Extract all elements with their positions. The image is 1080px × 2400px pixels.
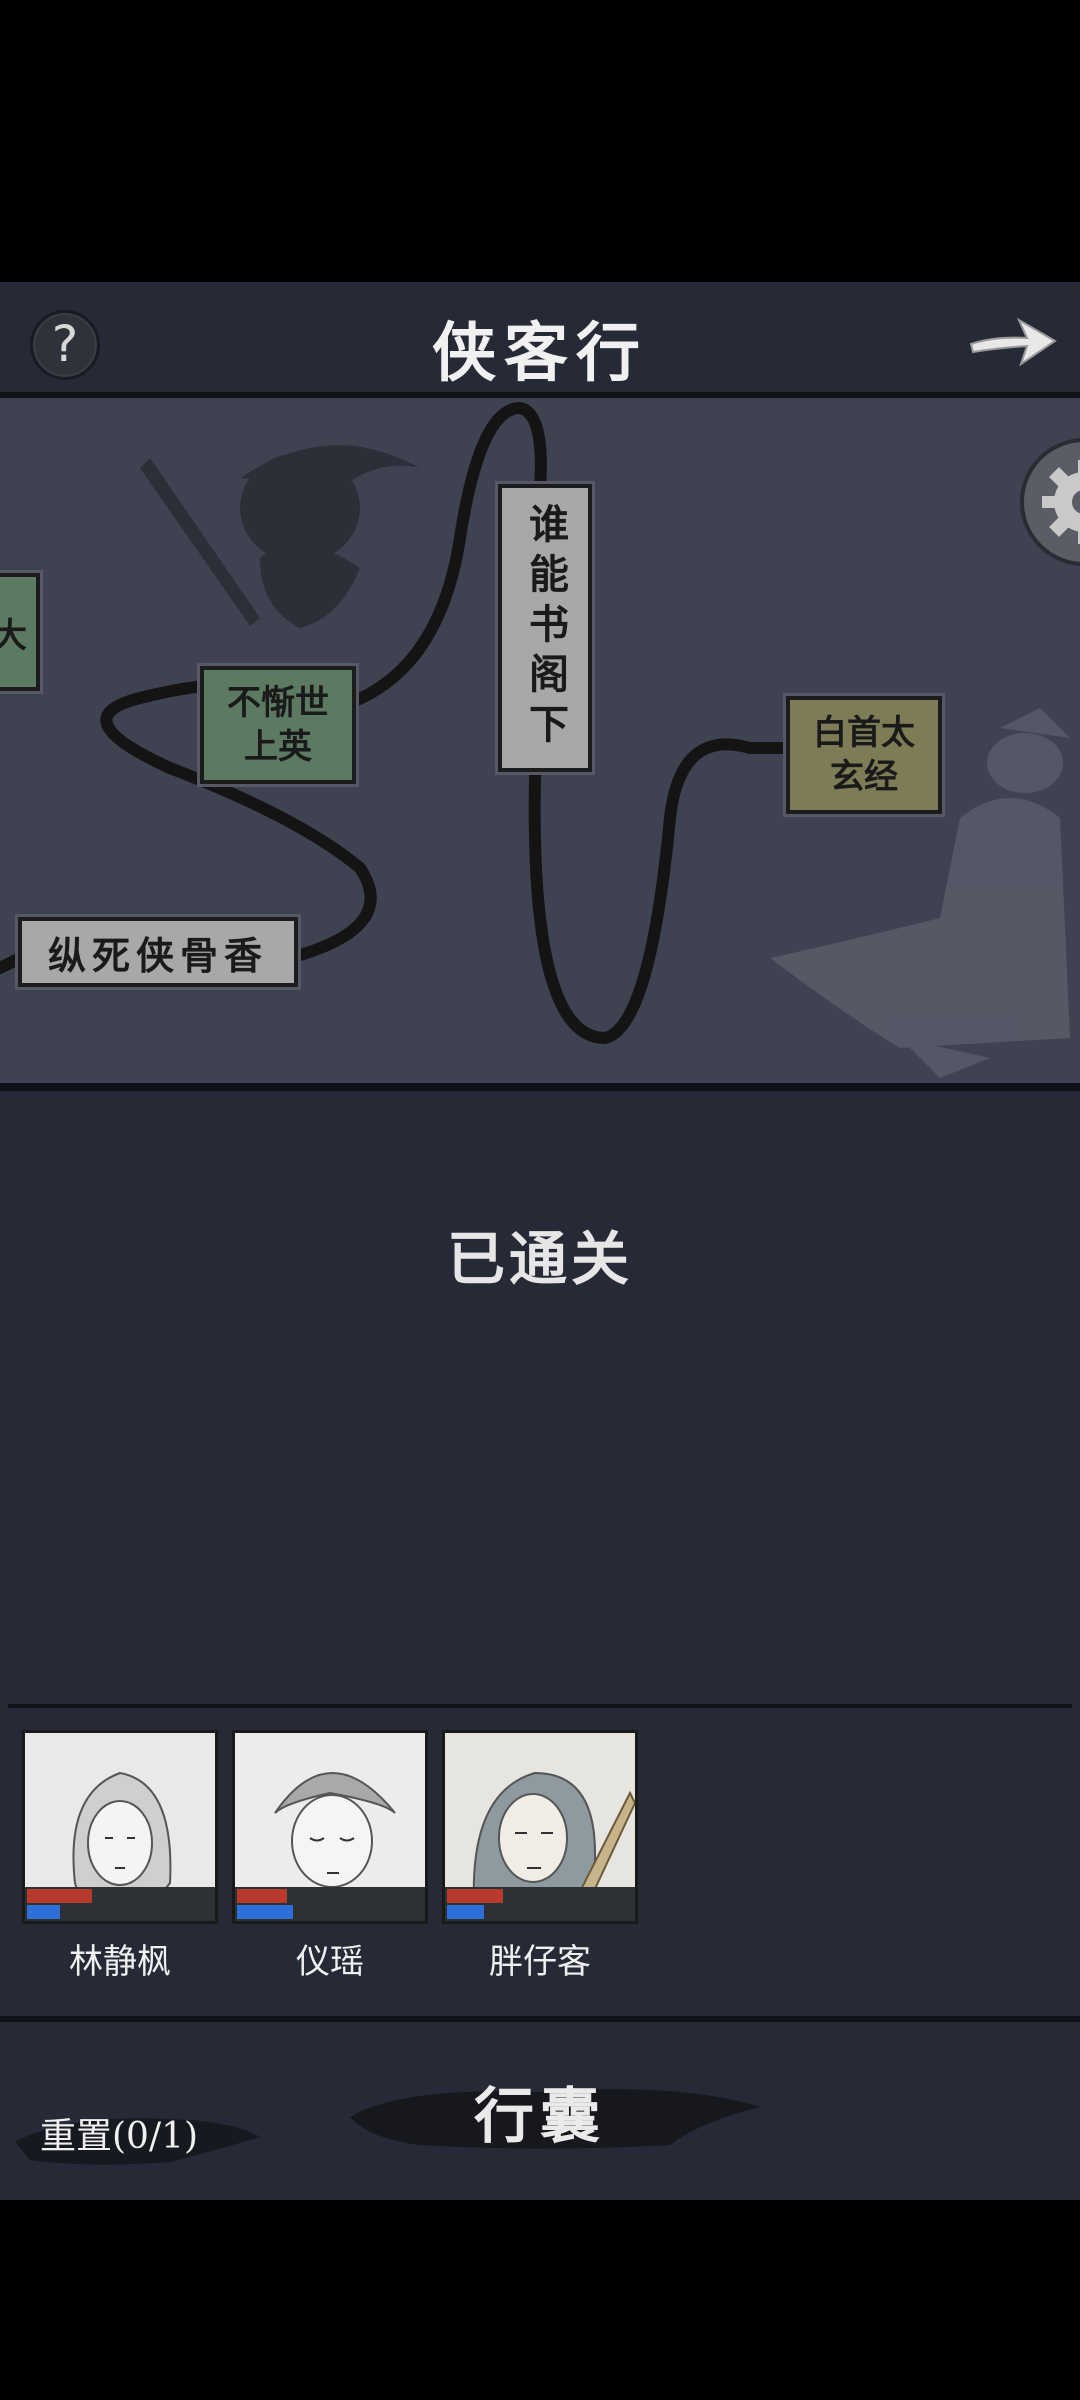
party-divider — [8, 1704, 1072, 1708]
hp-bar — [237, 1889, 287, 1903]
stage-node-label-line1: 不惭世 — [227, 683, 329, 723]
party-member-name: 林静枫 — [69, 1942, 171, 1982]
mp-bar — [447, 1905, 484, 1919]
stage-status-text: 已通关 — [446, 1225, 633, 1293]
bottom-divider — [0, 2016, 1080, 2022]
party-list: 林静枫 仪瑶 胖仔客 — [0, 1730, 1080, 1982]
avatar — [22, 1730, 218, 1924]
help-button[interactable]: ? — [30, 310, 100, 380]
stage-node-label-line2: 玄经 — [830, 757, 898, 797]
hp-bar — [447, 1889, 503, 1903]
header: ? 侠客行 — [0, 282, 1080, 392]
party-member-1[interactable]: 林静枫 — [22, 1730, 218, 1983]
arrow-right-icon — [969, 317, 1057, 367]
party-member-name: 胖仔客 — [489, 1942, 591, 1982]
bag-label: 行囊 — [474, 2082, 606, 2152]
gear-icon — [1042, 460, 1080, 544]
stage-node-label: 纵死侠骨香 — [47, 932, 268, 978]
avatar — [232, 1730, 428, 1924]
page-title: 侠客行 — [432, 316, 648, 391]
party-member-3[interactable]: 胖仔客 — [442, 1730, 638, 1983]
avatar — [442, 1730, 638, 1924]
status-bars — [235, 1887, 425, 1921]
mp-bar — [237, 1905, 293, 1919]
reset-label: 重置(0/1) — [40, 2116, 199, 2157]
hp-bar — [27, 1889, 92, 1903]
stage-map: 大 不惭世 上英 谁能书阁下 白首太 玄经 纵死侠骨香 — [0, 398, 1080, 1083]
stage-node-label-line2: 上英 — [244, 727, 312, 767]
party-member-name: 仪瑶 — [296, 1942, 364, 1982]
stage-node-label-line1: 白首太 — [813, 713, 915, 753]
mp-bar — [27, 1905, 60, 1919]
party-member-2[interactable]: 仪瑶 — [232, 1730, 428, 1983]
status-bars — [25, 1887, 215, 1921]
stage-node-4[interactable]: 白首太 玄经 — [786, 696, 942, 814]
settings-button[interactable] — [1020, 438, 1080, 566]
next-arrow-button[interactable] — [965, 308, 1060, 374]
stage-node-1[interactable]: 大 — [0, 573, 40, 691]
stage-node-3[interactable]: 谁能书阁下 — [498, 484, 592, 772]
stage-node-5[interactable]: 纵死侠骨香 — [18, 917, 298, 987]
map-divider — [0, 1083, 1080, 1091]
stage-node-label: 大 — [0, 615, 27, 656]
bag-button[interactable]: 行囊 — [340, 2067, 760, 2167]
game-screen: ? 侠客行 大 不惭世 上英 谁能书阁下 白首太 玄经 纵死侠骨香 已通关 林静… — [0, 282, 1080, 2200]
stage-node-2[interactable]: 不惭世 上英 — [200, 666, 356, 784]
stage-node-label: 谁能书阁下 — [522, 503, 569, 753]
status-bars — [445, 1887, 635, 1921]
reset-button[interactable]: 重置(0/1) — [10, 2102, 260, 2172]
